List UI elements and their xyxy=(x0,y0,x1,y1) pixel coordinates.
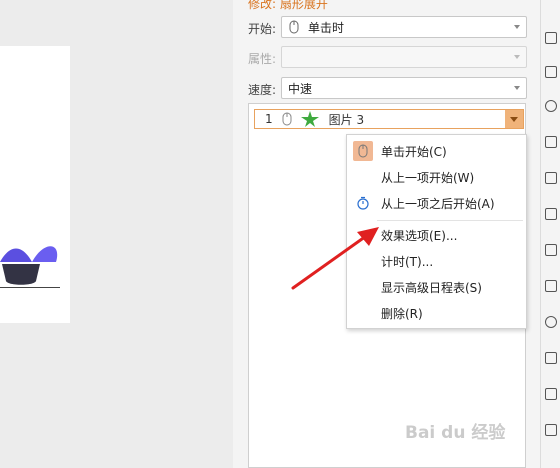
menu-item-label: 删除(R) xyxy=(381,306,423,321)
magic-wand-icon[interactable] xyxy=(545,352,557,364)
chevron-down-icon xyxy=(514,25,520,29)
property-select[interactable] xyxy=(281,46,527,68)
property-label: 属性: xyxy=(248,52,277,66)
speed-select[interactable]: 中速 xyxy=(281,77,527,99)
circle-icon[interactable] xyxy=(545,316,557,328)
cursor-icon[interactable] xyxy=(545,388,557,400)
start-label: 开始: xyxy=(248,22,277,36)
menu-item-delete[interactable]: 删除(R) xyxy=(347,300,526,326)
trash-icon[interactable] xyxy=(545,208,557,220)
animation-name: 图片 3 xyxy=(328,112,365,127)
mouse-click-icon xyxy=(353,141,373,161)
watermark: Bai du 经验 xyxy=(405,423,506,443)
hand-icon[interactable] xyxy=(545,424,557,436)
square-icon[interactable] xyxy=(545,172,557,184)
menu-item-label: 单击开始(C) xyxy=(381,144,447,159)
animation-item-dropdown-button[interactable] xyxy=(505,110,523,128)
chevron-down-icon xyxy=(514,86,520,90)
chevron-down-icon xyxy=(514,55,520,59)
grid-icon[interactable] xyxy=(545,32,557,44)
menu-item-label: 效果选项(E)... xyxy=(381,228,458,243)
pane-title: 修改: 扇形展开 xyxy=(248,0,328,11)
speaker-icon[interactable] xyxy=(545,280,557,292)
menu-item-after-previous[interactable]: 从上一项之后开始(A) xyxy=(347,190,526,216)
start-select[interactable]: 单击时 xyxy=(281,16,527,38)
document-icon[interactable] xyxy=(545,136,557,148)
menu-item-start-on-click[interactable]: 单击开始(C) xyxy=(347,138,526,164)
speed-select-value: 中速 xyxy=(288,81,313,96)
menu-item-label: 从上一项之后开始(A) xyxy=(381,196,495,211)
shape-icon[interactable] xyxy=(545,100,557,112)
entrance-effect-star-icon xyxy=(300,111,319,127)
image-icon[interactable] xyxy=(545,66,557,78)
slideshow-icon[interactable] xyxy=(545,244,557,256)
menu-item-label: 计时(T)... xyxy=(381,254,434,269)
slide-preview[interactable] xyxy=(0,46,70,323)
start-select-value: 单击时 xyxy=(308,20,345,35)
mouse-icon xyxy=(282,112,292,126)
mouse-icon xyxy=(289,20,299,34)
right-side-toolbar xyxy=(540,0,560,468)
menu-separator xyxy=(377,220,523,221)
clock-icon xyxy=(353,193,373,213)
menu-item-with-previous[interactable]: 从上一项开始(W) xyxy=(347,164,526,190)
speed-label: 速度: xyxy=(248,83,277,97)
red-arrow-annotation xyxy=(291,227,379,290)
chevron-down-icon xyxy=(510,117,518,122)
animation-index: 1 xyxy=(265,112,273,126)
animation-list-item[interactable]: 1 图片 3 xyxy=(254,109,524,129)
menu-item-label: 从上一项开始(W) xyxy=(381,170,475,185)
slide-ground-line xyxy=(0,287,60,288)
menu-item-label: 显示高级日程表(S) xyxy=(381,280,482,295)
